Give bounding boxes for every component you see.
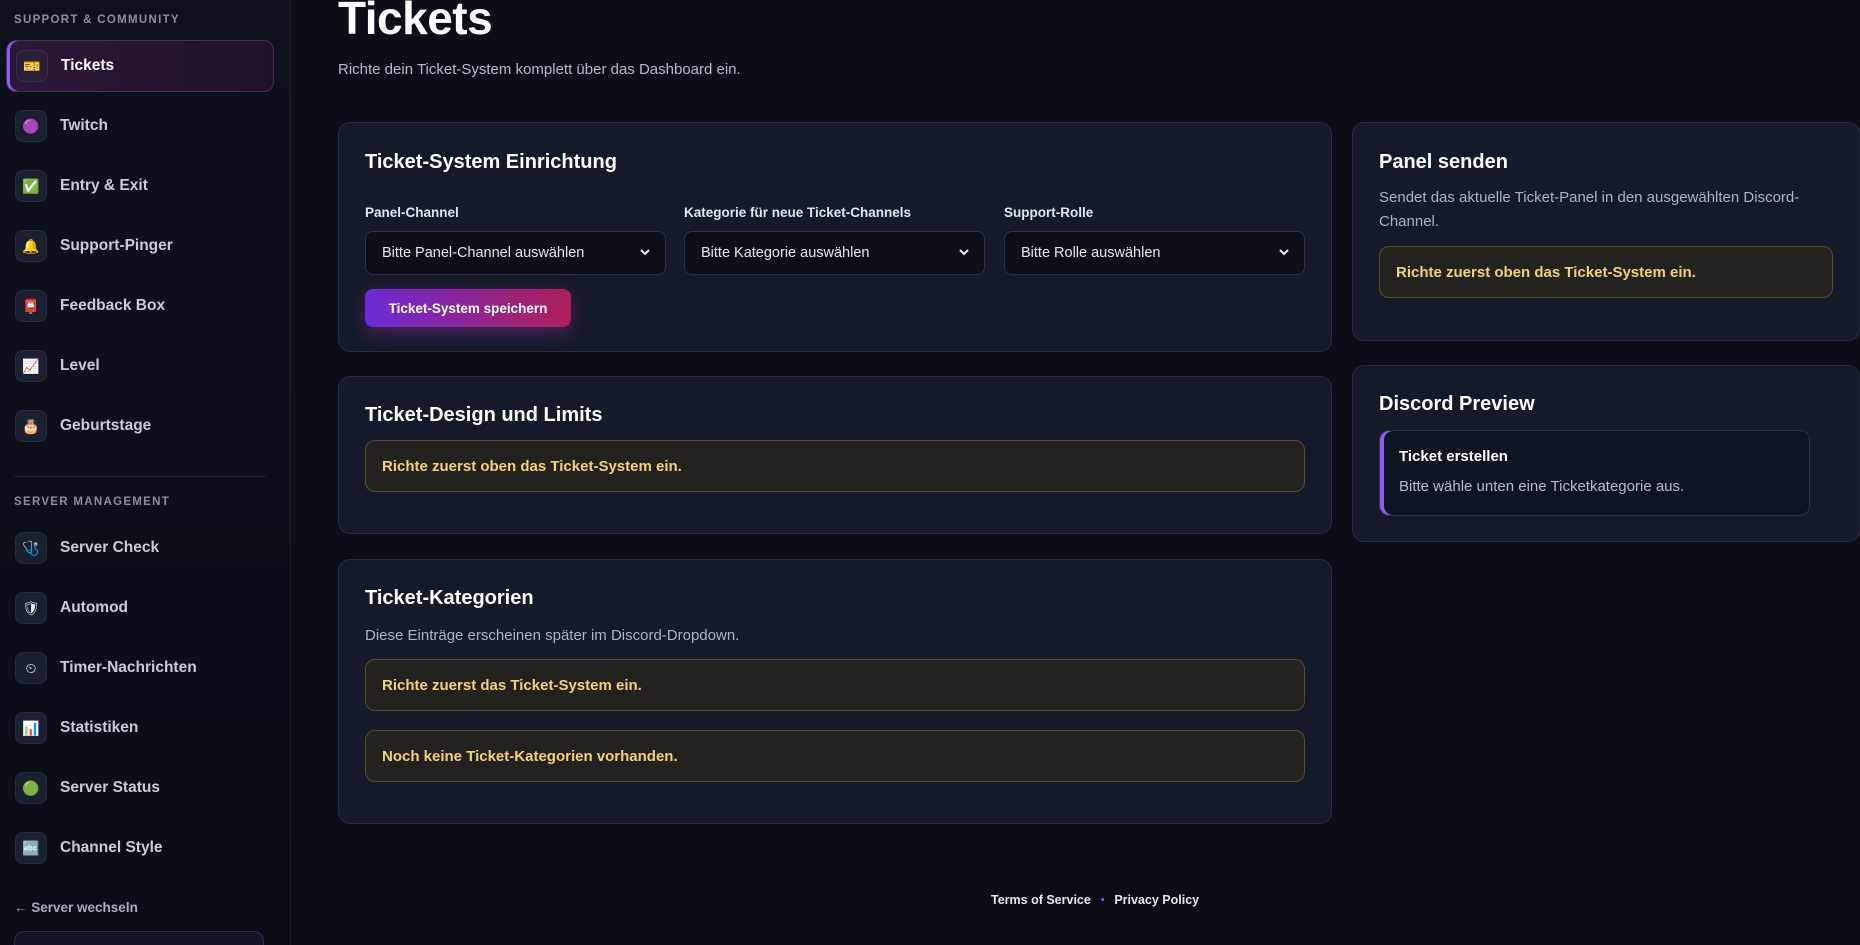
terms-link[interactable]: Terms of Service xyxy=(991,893,1091,907)
discord-embed-preview: Ticket erstellen Bitte wähle unten eine … xyxy=(1379,430,1810,516)
support-role-select[interactable]: Bitte Rolle auswählen xyxy=(1004,231,1305,275)
sidebar-item-label: Level xyxy=(60,357,100,374)
discord-preview-card: Discord Preview Ticket erstellen Bitte w… xyxy=(1352,365,1860,542)
bell-icon: 🔔 xyxy=(15,230,47,262)
setup-required-notice: Richte zuerst oben das Ticket-System ein… xyxy=(365,440,1305,492)
checkmark-icon: ✅ xyxy=(15,170,47,202)
sidebar-item-twitch[interactable]: 🟣 Twitch xyxy=(6,100,274,152)
card-title: Ticket-System Einrichtung xyxy=(365,151,617,173)
panel-send-card: Panel senden Sendet das aktuelle Ticket-… xyxy=(1352,122,1860,341)
chevron-down-icon xyxy=(640,249,650,256)
embed-title: Ticket erstellen xyxy=(1399,448,1508,465)
page-subtitle: Richte dein Ticket-System komplett über … xyxy=(338,61,741,78)
chevron-down-icon xyxy=(959,249,969,256)
card-title: Discord Preview xyxy=(1379,393,1535,415)
sidebar-item-automod[interactable]: 🛡 Automod xyxy=(6,582,274,634)
support-role-label: Support-Rolle xyxy=(1004,205,1094,220)
sidebar-item-label: Statistiken xyxy=(60,719,139,736)
app-root: SUPPORT & COMMUNITY 🎫 Tickets 🟣 Twitch ✅… xyxy=(0,0,1860,945)
sidebar-item-label: Timer-Nachrichten xyxy=(60,659,197,676)
support-role-value: Bitte Rolle auswählen xyxy=(1021,245,1161,261)
embed-text: Bitte wähle unten eine Ticketkategorie a… xyxy=(1399,478,1685,495)
card-title: Ticket-Design und Limits xyxy=(365,404,603,426)
main-content: Tickets Richte dein Ticket-System komple… xyxy=(291,0,1860,945)
empty-categories-notice: Noch keine Ticket-Kategorien vorhanden. xyxy=(365,730,1305,782)
sidebar-item-tickets[interactable]: 🎫 Tickets xyxy=(6,40,274,92)
sidebar-item-label: Server Status xyxy=(60,779,160,796)
timer-icon: ⏲ xyxy=(15,652,47,684)
sidebar: SUPPORT & COMMUNITY 🎫 Tickets 🟣 Twitch ✅… xyxy=(0,0,291,945)
sidebar-item-statistiken[interactable]: 📊 Statistiken xyxy=(6,702,274,754)
footer: Terms of Service • Privacy Policy xyxy=(991,893,1199,907)
sidebar-item-label: Geburtstage xyxy=(60,417,152,434)
section-label-server: SERVER MANAGEMENT xyxy=(14,496,171,508)
chart-up-icon: 📈 xyxy=(15,350,47,382)
sidebar-item-label: Entry & Exit xyxy=(60,177,148,194)
shield-icon: 🛡 xyxy=(15,592,47,624)
category-value: Bitte Kategorie auswählen xyxy=(701,245,870,261)
sidebar-divider xyxy=(14,476,266,477)
save-ticket-system-button[interactable]: Ticket-System speichern xyxy=(365,289,571,327)
sidebar-item-support-pinger[interactable]: 🔔 Support-Pinger xyxy=(6,220,274,272)
status-dot-icon: 🟢 xyxy=(15,772,47,804)
footer-separator: • xyxy=(1100,894,1105,906)
category-label: Kategorie für neue Ticket-Channels xyxy=(684,205,912,220)
sidebar-item-label: Server Check xyxy=(60,539,160,556)
page-title: Tickets xyxy=(338,0,493,44)
server-selector[interactable] xyxy=(14,931,264,945)
ticket-design-card: Ticket-Design und Limits Richte zuerst o… xyxy=(338,376,1332,534)
bar-chart-icon: 📊 xyxy=(15,712,47,744)
ticket-categories-card: Ticket-Kategorien Diese Einträge erschei… xyxy=(338,559,1332,824)
card-title: Ticket-Kategorien xyxy=(365,587,534,609)
panel-channel-select[interactable]: Bitte Panel-Channel auswählen xyxy=(365,231,666,275)
ticket-setup-card: Ticket-System Einrichtung Panel-Channel … xyxy=(338,122,1332,352)
setup-required-notice: Richte zuerst oben das Ticket-System ein… xyxy=(1379,246,1833,298)
card-description: Sendet das aktuelle Ticket-Panel in den … xyxy=(1379,189,1800,230)
ticket-icon: 🎫 xyxy=(16,50,48,82)
mailbox-icon: 📮 xyxy=(15,290,47,322)
stethoscope-icon: 🩺 xyxy=(15,532,47,564)
panel-channel-value: Bitte Panel-Channel auswählen xyxy=(382,245,585,261)
card-title: Panel senden xyxy=(1379,151,1508,173)
sidebar-item-label: Support-Pinger xyxy=(60,237,173,254)
switch-server-link[interactable]: ← Server wechseln xyxy=(14,900,138,915)
twitch-icon: 🟣 xyxy=(15,110,47,142)
sidebar-item-server-check[interactable]: 🩺 Server Check xyxy=(6,522,274,574)
letters-icon: 🔤 xyxy=(15,832,47,864)
sidebar-item-label: Automod xyxy=(60,599,129,616)
sidebar-item-label: Tickets xyxy=(61,57,115,74)
sidebar-item-channel-style[interactable]: 🔤 Channel Style xyxy=(6,822,274,874)
privacy-link[interactable]: Privacy Policy xyxy=(1114,893,1199,907)
sidebar-item-label: Feedback Box xyxy=(60,297,166,314)
sidebar-item-server-status[interactable]: 🟢 Server Status xyxy=(6,762,274,814)
sidebar-item-level[interactable]: 📈 Level xyxy=(6,340,274,392)
chevron-down-icon xyxy=(1279,249,1289,256)
setup-required-notice: Richte zuerst das Ticket-System ein. xyxy=(365,659,1305,711)
sidebar-item-feedback-box[interactable]: 📮 Feedback Box xyxy=(6,280,274,332)
sidebar-item-label: Channel Style xyxy=(60,839,163,856)
sidebar-item-entry-exit[interactable]: ✅ Entry & Exit xyxy=(6,160,274,212)
sidebar-item-timer-nachrichten[interactable]: ⏲ Timer-Nachrichten xyxy=(6,642,274,694)
sidebar-item-geburtstage[interactable]: 🎂 Geburtstage xyxy=(6,400,274,452)
card-description: Diese Einträge erscheinen später im Disc… xyxy=(365,627,740,644)
category-select[interactable]: Bitte Kategorie auswählen xyxy=(684,231,985,275)
cake-icon: 🎂 xyxy=(15,410,47,442)
section-label-support: SUPPORT & COMMUNITY xyxy=(14,14,180,26)
sidebar-item-label: Twitch xyxy=(60,117,108,134)
panel-channel-label: Panel-Channel xyxy=(365,205,459,220)
